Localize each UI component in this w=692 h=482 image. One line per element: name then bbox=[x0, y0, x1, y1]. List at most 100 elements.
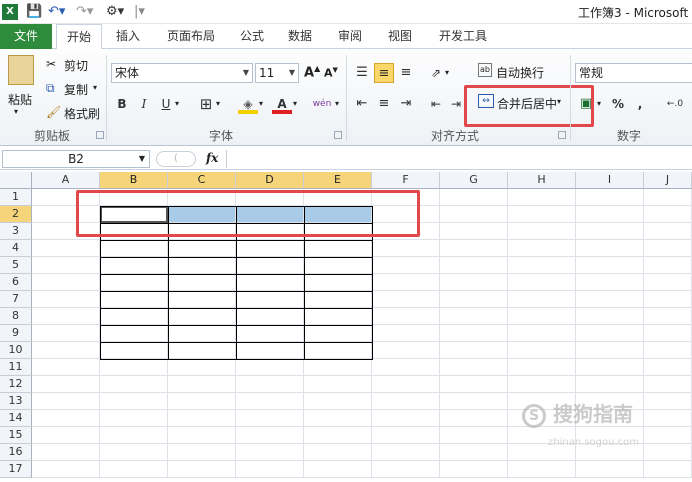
font-size-select[interactable]: 11 ▼ bbox=[255, 63, 299, 83]
column-header-c[interactable]: C bbox=[168, 172, 236, 189]
font-name-select[interactable]: 宋体 ▼ bbox=[111, 63, 253, 83]
cell-d9[interactable] bbox=[236, 325, 304, 342]
row-header-15[interactable]: 15 bbox=[0, 427, 32, 444]
font-launcher-icon[interactable] bbox=[334, 131, 342, 139]
tab-file[interactable]: 文件 bbox=[0, 24, 52, 49]
border-dropdown-icon[interactable]: ▾ bbox=[216, 99, 220, 108]
cell-b6[interactable] bbox=[100, 274, 168, 291]
cell-h5[interactable] bbox=[508, 257, 576, 274]
cell-e14[interactable] bbox=[304, 410, 372, 427]
tab-insert[interactable]: 插入 bbox=[108, 24, 148, 49]
cell-h3[interactable] bbox=[508, 223, 576, 240]
cell-b8[interactable] bbox=[100, 308, 168, 325]
align-center-icon[interactable]: ≡ bbox=[374, 94, 394, 114]
clipboard-launcher-icon[interactable] bbox=[96, 131, 104, 139]
format-painter-icon[interactable]: 🖌 bbox=[46, 105, 61, 119]
cell-e5[interactable] bbox=[304, 257, 372, 274]
border-icon[interactable]: ⊞ bbox=[196, 94, 216, 114]
row-header-8[interactable]: 8 bbox=[0, 308, 32, 325]
cell-g8[interactable] bbox=[440, 308, 508, 325]
grow-font-button[interactable]: A▲ bbox=[304, 64, 320, 80]
bold-button[interactable]: B bbox=[112, 94, 132, 114]
cell-a5[interactable] bbox=[32, 257, 100, 274]
align-left-icon[interactable]: ⇤ bbox=[352, 94, 372, 114]
cell-c11[interactable] bbox=[168, 359, 236, 376]
phonetic-dropdown-icon[interactable]: ▾ bbox=[335, 99, 339, 108]
cell-e13[interactable] bbox=[304, 393, 372, 410]
cell-h17[interactable] bbox=[508, 461, 576, 478]
cell-f9[interactable] bbox=[372, 325, 440, 342]
cell-a10[interactable] bbox=[32, 342, 100, 359]
cell-c12[interactable] bbox=[168, 376, 236, 393]
cell-b5[interactable] bbox=[100, 257, 168, 274]
cell-i6[interactable] bbox=[576, 274, 644, 291]
row-header-13[interactable]: 13 bbox=[0, 393, 32, 410]
orientation-icon[interactable]: ⇗ bbox=[426, 63, 446, 83]
row-header-16[interactable]: 16 bbox=[0, 444, 32, 461]
row-header-7[interactable]: 7 bbox=[0, 291, 32, 308]
tab-view[interactable]: 视图 bbox=[380, 24, 420, 49]
cell-g2[interactable] bbox=[440, 206, 508, 223]
font-color-dropdown-icon[interactable]: ▾ bbox=[293, 99, 297, 108]
cell-e10[interactable] bbox=[304, 342, 372, 359]
cell-d14[interactable] bbox=[236, 410, 304, 427]
underline-button[interactable]: U bbox=[156, 94, 176, 114]
cell-c14[interactable] bbox=[168, 410, 236, 427]
cell-b11[interactable] bbox=[100, 359, 168, 376]
name-box[interactable]: B2 ▼ bbox=[2, 150, 150, 168]
column-header-a[interactable]: A bbox=[32, 172, 100, 189]
cell-g12[interactable] bbox=[440, 376, 508, 393]
cell-j7[interactable] bbox=[644, 291, 692, 308]
cell-g15[interactable] bbox=[440, 427, 508, 444]
decrease-indent-icon[interactable]: ⇤ bbox=[426, 94, 446, 114]
cell-c17[interactable] bbox=[168, 461, 236, 478]
cell-g14[interactable] bbox=[440, 410, 508, 427]
cell-c7[interactable] bbox=[168, 291, 236, 308]
align-middle-icon[interactable]: ≡ bbox=[374, 63, 394, 83]
tab-developer[interactable]: 开发工具 bbox=[430, 24, 496, 49]
cell-c5[interactable] bbox=[168, 257, 236, 274]
cell-e8[interactable] bbox=[304, 308, 372, 325]
cell-i2[interactable] bbox=[576, 206, 644, 223]
cell-h12[interactable] bbox=[508, 376, 576, 393]
cell-a13[interactable] bbox=[32, 393, 100, 410]
cell-j17[interactable] bbox=[644, 461, 692, 478]
row-header-17[interactable]: 17 bbox=[0, 461, 32, 478]
currency-icon[interactable]: ▣ bbox=[576, 94, 596, 114]
comma-button[interactable]: , bbox=[630, 94, 650, 114]
increase-indent-icon[interactable]: ⇥ bbox=[446, 94, 466, 114]
number-format-select[interactable]: 常规 bbox=[575, 63, 692, 83]
cell-c9[interactable] bbox=[168, 325, 236, 342]
cell-j4[interactable] bbox=[644, 240, 692, 257]
cell-b12[interactable] bbox=[100, 376, 168, 393]
cell-e6[interactable] bbox=[304, 274, 372, 291]
cell-a11[interactable] bbox=[32, 359, 100, 376]
cell-e17[interactable] bbox=[304, 461, 372, 478]
row-header-11[interactable]: 11 bbox=[0, 359, 32, 376]
cell-a17[interactable] bbox=[32, 461, 100, 478]
cell-h4[interactable] bbox=[508, 240, 576, 257]
column-header-d[interactable]: D bbox=[236, 172, 304, 189]
cut-button[interactable]: 剪切 bbox=[64, 57, 88, 74]
copy-icon[interactable]: ⧉ bbox=[46, 81, 55, 96]
row-header-9[interactable]: 9 bbox=[0, 325, 32, 342]
cell-c16[interactable] bbox=[168, 444, 236, 461]
alignment-launcher-icon[interactable] bbox=[558, 131, 566, 139]
cell-d16[interactable] bbox=[236, 444, 304, 461]
increase-decimal-icon[interactable]: ←.0 bbox=[660, 94, 690, 114]
cell-e7[interactable] bbox=[304, 291, 372, 308]
cell-e12[interactable] bbox=[304, 376, 372, 393]
cell-d11[interactable] bbox=[236, 359, 304, 376]
cell-d13[interactable] bbox=[236, 393, 304, 410]
cell-j5[interactable] bbox=[644, 257, 692, 274]
cell-g10[interactable] bbox=[440, 342, 508, 359]
cell-b17[interactable] bbox=[100, 461, 168, 478]
column-header-h[interactable]: H bbox=[508, 172, 576, 189]
percent-button[interactable]: % bbox=[608, 94, 628, 114]
column-header-g[interactable]: G bbox=[440, 172, 508, 189]
cell-d8[interactable] bbox=[236, 308, 304, 325]
column-header-f[interactable]: F bbox=[372, 172, 440, 189]
cell-h2[interactable] bbox=[508, 206, 576, 223]
cell-j16[interactable] bbox=[644, 444, 692, 461]
redo-icon[interactable]: ↷▾ bbox=[76, 3, 93, 21]
